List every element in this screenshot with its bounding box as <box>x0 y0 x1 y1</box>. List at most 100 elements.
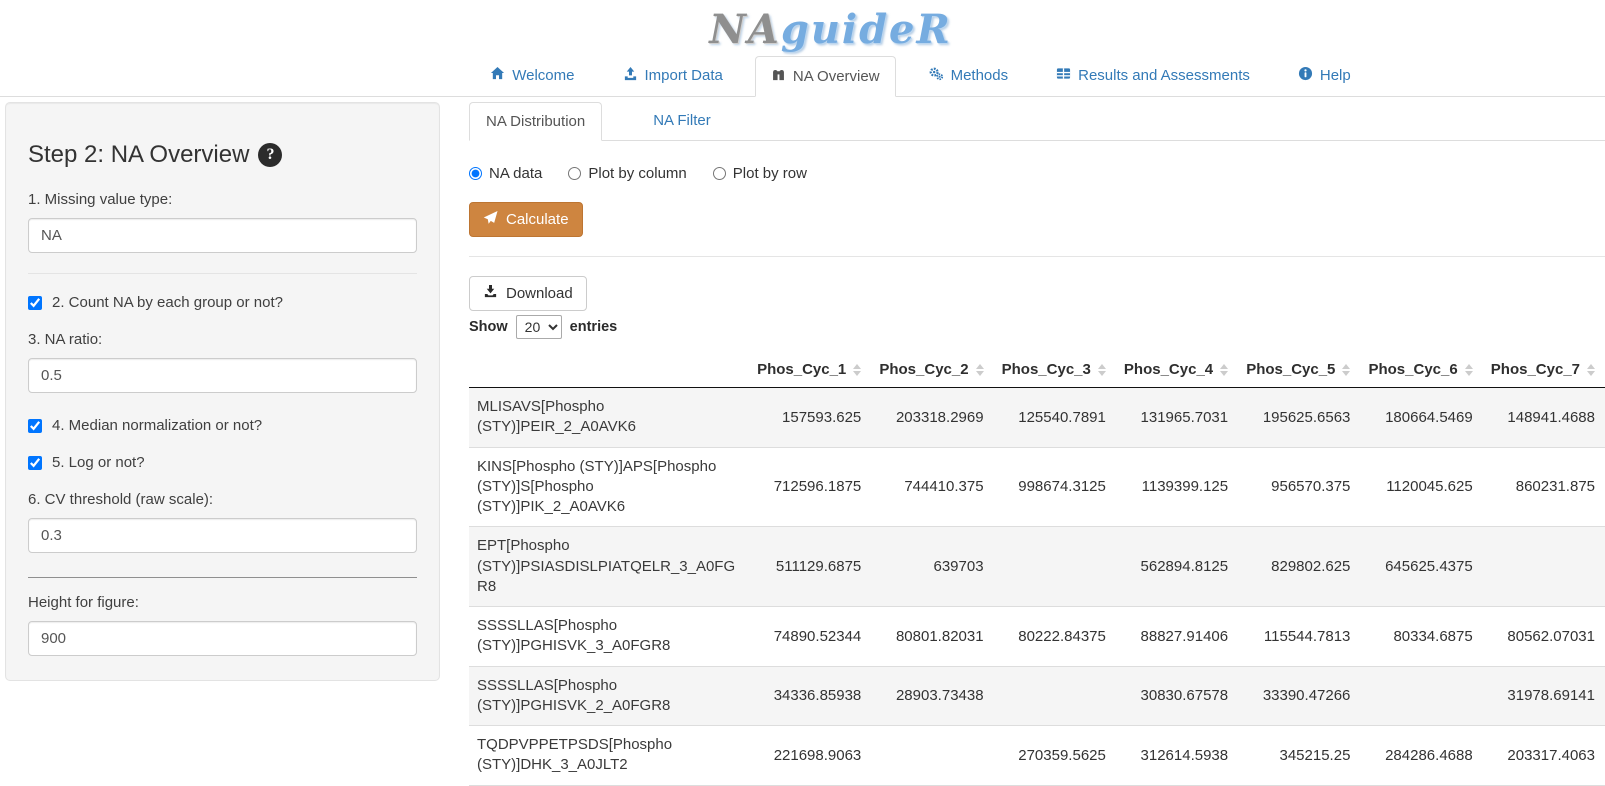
value-cell: 34336.85938 <box>749 666 871 726</box>
missing-value-type-input[interactable] <box>28 218 417 253</box>
row-label-cell: MLISAVS[Phospho (STY)]PEIR_2_A0AVK6 <box>469 388 749 448</box>
upload-icon <box>623 66 638 85</box>
column-header-phos_cyc_1[interactable]: Phos_Cyc_1 <box>749 352 871 388</box>
row-label-cell: EPT[Phospho (STY)]PSIASDISLPIATQELR_3_A0… <box>469 527 749 607</box>
radio-na-data[interactable] <box>469 167 482 180</box>
cv-threshold-label: 6. CV threshold (raw scale): <box>28 491 417 508</box>
value-cell: 80222.84375 <box>994 607 1116 667</box>
row-label-cell: KINS[Phospho (STY)]APS[Phospho (STY)]S[P… <box>469 447 749 527</box>
value-cell: 712596.1875 <box>749 447 871 527</box>
sort-icon[interactable] <box>1587 364 1595 376</box>
column-header-phos_cyc_5[interactable]: Phos_Cyc_5 <box>1238 352 1360 388</box>
row-label-cell: TQDPVPPETPSDS[Phospho (STY)]DHK_3_A0JLT2 <box>469 726 749 786</box>
missing-value-type-label: 1. Missing value type: <box>28 191 417 208</box>
binoculars-icon <box>771 67 786 86</box>
sort-icon[interactable] <box>1342 364 1350 376</box>
row-label-cell: SSSSLLAS[Phospho (STY)]PGHISVK_3_A0FGR8 <box>469 607 749 667</box>
value-cell: 115544.7813 <box>1238 607 1360 667</box>
count-na-checkbox[interactable] <box>28 296 42 310</box>
figure-height-label: Height for figure: <box>28 594 417 611</box>
value-cell: 1120045.625 <box>1360 447 1482 527</box>
log-or-not-checkbox[interactable] <box>28 456 42 470</box>
table-row: EPT[Phospho (STY)]PSIASDISLPIATQELR_3_A0… <box>469 527 1605 607</box>
nav-item-label: NA Overview <box>793 68 880 85</box>
value-cell: 744410.375 <box>871 447 993 527</box>
value-cell: 645625.4375 <box>1360 527 1482 607</box>
page-title: Step 2: NA Overview ? <box>28 141 417 169</box>
value-cell: 74890.52344 <box>749 607 871 667</box>
cv-threshold-input[interactable] <box>28 518 417 553</box>
value-cell: 270359.5625 <box>994 726 1116 786</box>
column-header-label: Phos_Cyc_7 <box>1491 361 1580 378</box>
nav-item-label: Methods <box>951 67 1009 84</box>
radio-plot-by-row[interactable] <box>713 167 726 180</box>
value-cell: 1139399.125 <box>1116 447 1238 527</box>
column-header-label: Phos_Cyc_5 <box>1246 361 1335 378</box>
row-label-cell: SSSSLLAS[Phospho (STY)]PGHISVK_2_A0FGR8 <box>469 666 749 726</box>
column-header-label: Phos_Cyc_6 <box>1368 361 1457 378</box>
nav-item-welcome[interactable]: Welcome <box>474 55 590 96</box>
sidebar-step2-panel: Step 2: NA Overview ? 1. Missing value t… <box>5 102 440 681</box>
column-header-phos_cyc_6[interactable]: Phos_Cyc_6 <box>1360 352 1482 388</box>
column-header-phos_cyc_7[interactable]: Phos_Cyc_7 <box>1483 352 1605 388</box>
value-cell: 88827.91406 <box>1116 607 1238 667</box>
plot-type-radio-group: NA data Plot by column Plot by row <box>469 165 1605 182</box>
table-body: MLISAVS[Phospho (STY)]PEIR_2_A0AVK615759… <box>469 388 1605 786</box>
subtab-bar: NA Distribution NA Filter <box>469 102 1605 141</box>
value-cell: 956570.375 <box>1238 447 1360 527</box>
sort-icon[interactable] <box>1098 364 1106 376</box>
table-row: KINS[Phospho (STY)]APS[Phospho (STY)]S[P… <box>469 447 1605 527</box>
logo-part-na: NA <box>709 6 781 53</box>
value-cell: 31978.69141 <box>1483 666 1605 726</box>
table-header-row: Phos_Cyc_1 Phos_Cyc_2 Phos_Cyc_3 Phos_Cyc_4… <box>469 352 1605 388</box>
page-length-select[interactable]: 20 <box>516 315 562 339</box>
nav-item-na-overview[interactable]: NA Overview <box>755 56 896 97</box>
sort-icon[interactable] <box>1220 364 1228 376</box>
gears-icon <box>928 66 944 85</box>
value-cell: 345215.25 <box>1238 726 1360 786</box>
median-normalization-checkbox[interactable] <box>28 419 42 433</box>
subtab-na-distribution[interactable]: NA Distribution <box>469 102 602 141</box>
calculate-button[interactable]: Calculate <box>469 202 583 237</box>
nav-item-help[interactable]: Help <box>1282 55 1367 96</box>
value-cell: 639703 <box>871 527 993 607</box>
sort-icon[interactable] <box>976 364 984 376</box>
column-header-label: Phos_Cyc_3 <box>1002 361 1091 378</box>
figure-height-input[interactable] <box>28 621 417 656</box>
column-header-label: Phos_Cyc_4 <box>1124 361 1213 378</box>
page-header: NAguideR Welcome Import Data NA Overview… <box>0 0 1605 97</box>
nav-item-import-data[interactable]: Import Data <box>607 55 739 96</box>
value-cell <box>994 527 1116 607</box>
value-cell: 125540.7891 <box>994 388 1116 448</box>
sort-icon[interactable] <box>1465 364 1473 376</box>
subtab-na-filter[interactable]: NA Filter <box>636 101 728 140</box>
na-ratio-input[interactable] <box>28 358 417 393</box>
nav-item-methods[interactable]: Methods <box>912 55 1025 96</box>
column-header-label: Phos_Cyc_2 <box>879 361 968 378</box>
column-header-phos_cyc_4[interactable]: Phos_Cyc_4 <box>1116 352 1238 388</box>
table-row: MLISAVS[Phospho (STY)]PEIR_2_A0AVK615759… <box>469 388 1605 448</box>
page-title-text: Step 2: NA Overview <box>28 141 249 169</box>
value-cell: 80562.07031 <box>1483 607 1605 667</box>
value-cell <box>871 726 993 786</box>
sort-icon[interactable] <box>853 364 861 376</box>
value-cell: 195625.6563 <box>1238 388 1360 448</box>
value-cell: 312614.5938 <box>1116 726 1238 786</box>
value-cell: 28903.73438 <box>871 666 993 726</box>
value-cell: 203318.2969 <box>871 388 993 448</box>
column-header-phos_cyc_3[interactable]: Phos_Cyc_3 <box>994 352 1116 388</box>
radio-plot-by-column[interactable] <box>568 167 581 180</box>
download-button[interactable]: Download <box>469 276 587 311</box>
na-data-table: Phos_Cyc_1 Phos_Cyc_2 Phos_Cyc_3 Phos_Cyc_4… <box>469 352 1605 786</box>
value-cell: 157593.625 <box>749 388 871 448</box>
nav-item-label: Welcome <box>512 67 574 84</box>
nav-item-results-assessments[interactable]: Results and Assessments <box>1040 55 1266 96</box>
table-row: SSSSLLAS[Phospho (STY)]PGHISVK_2_A0FGR83… <box>469 666 1605 726</box>
help-question-icon[interactable]: ? <box>258 143 282 167</box>
median-normalization-label: 4. Median normalization or not? <box>52 417 262 434</box>
value-cell: 180664.5469 <box>1360 388 1482 448</box>
column-header-phos_cyc_2[interactable]: Phos_Cyc_2 <box>871 352 993 388</box>
value-cell: 148941.4688 <box>1483 388 1605 448</box>
value-cell: 284286.4688 <box>1360 726 1482 786</box>
radio-plot-by-column-label: Plot by column <box>588 165 686 182</box>
